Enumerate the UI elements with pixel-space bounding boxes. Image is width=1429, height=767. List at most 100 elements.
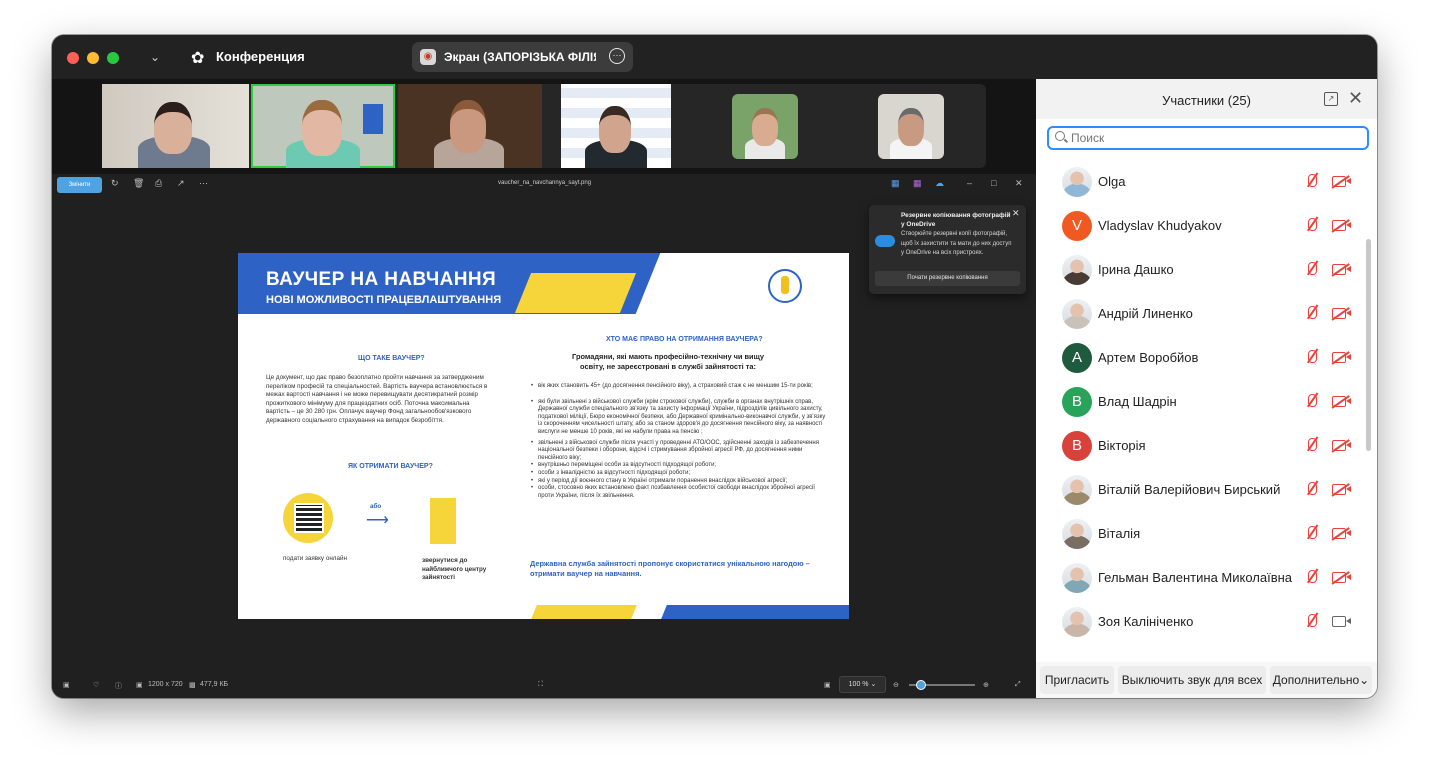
fullscreen-icon[interactable]: ⤢ [1015, 681, 1021, 689]
app-window: ⌄ ✿ Конференция ◉ Экран (ЗАПОРІЗЬКА ФІЛІ… [52, 35, 1377, 698]
fit-window-icon[interactable]: ▣ [824, 681, 831, 689]
edit-button[interactable]: Змінити [57, 177, 102, 193]
delete-icon[interactable]: 🗑 [133, 178, 144, 189]
participant-row[interactable]: В Влад Шадрін [1036, 380, 1356, 424]
designer-icon[interactable]: ▦ [913, 178, 922, 189]
participant-row[interactable]: А Артем Воробйов [1036, 336, 1356, 380]
minimize-icon[interactable]: – [967, 178, 972, 188]
print-icon[interactable]: ⎙ [155, 178, 162, 189]
video-off-icon[interactable] [1332, 572, 1351, 583]
panel-footer: Пригласить Выключить звук для всех Допол… [1036, 662, 1377, 698]
zoom-select[interactable]: 100 % ⌄ [839, 676, 886, 693]
eligibility-list: вік яких становить 45+ (до досягнення пе… [530, 383, 828, 500]
list-item: внутрішньо переміщені особи за відсутнос… [531, 462, 828, 470]
video-off-icon[interactable] [1332, 264, 1351, 275]
mic-muted-icon[interactable] [1308, 570, 1317, 583]
share-label: Экран (ЗАПОРІЗЬКА ФІЛІЯ ... [444, 50, 596, 64]
what-text: Це документ, що дає право безоплатно про… [266, 374, 488, 424]
mute-all-button[interactable]: Выключить звук для всех [1118, 666, 1266, 694]
share-icon[interactable]: ↗ [177, 178, 185, 189]
video-off-icon[interactable] [1332, 396, 1351, 407]
zoom-slider-handle[interactable] [916, 680, 926, 690]
popup-title: Резервне копіювання фотографій у OneDriv… [901, 212, 1011, 228]
screen-share-pill[interactable]: ◉ Экран (ЗАПОРІЗЬКА ФІЛІЯ ... ⋯ [412, 42, 633, 72]
mic-muted-icon[interactable] [1308, 438, 1317, 451]
meeting-stage: Змінити ↻ 🗑 ⎙ ↗ ⋯ vaucher_na_navchannya_… [52, 79, 1036, 698]
app-title: Конференция [216, 49, 305, 64]
participant-row[interactable]: В Вікторія [1036, 424, 1356, 468]
close-icon[interactable]: ✕ [1015, 178, 1023, 189]
mic-muted-icon[interactable] [1308, 174, 1317, 187]
mic-muted-icon[interactable] [1308, 614, 1317, 627]
mic-muted-icon[interactable] [1308, 526, 1317, 539]
video-tile[interactable] [561, 84, 671, 168]
participant-name: Ірина Дашко [1098, 262, 1174, 277]
image-dims: 1200 x 720 [148, 681, 183, 688]
zoom-window-button[interactable] [107, 52, 119, 64]
fit-screen-icon[interactable]: ⛶ [538, 681, 543, 689]
popup-close-icon[interactable]: ✕ [1012, 208, 1020, 219]
video-off-icon[interactable] [1332, 220, 1351, 231]
participant-row[interactable]: V Vladyslav Khudyakov [1036, 204, 1356, 248]
mic-muted-icon[interactable] [1308, 350, 1317, 363]
filmstrip-icon[interactable]: ▣ [63, 681, 70, 689]
more-icon[interactable]: ⋯ [199, 178, 208, 189]
mic-muted-icon[interactable] [1308, 306, 1317, 319]
participant-row[interactable]: Ірина Дашко [1036, 248, 1356, 292]
close-panel-icon[interactable]: ✕ [1348, 88, 1363, 109]
chevron-down-icon: ⌄ [1359, 673, 1370, 687]
invite-button[interactable]: Пригласить [1040, 666, 1114, 694]
minimize-window-button[interactable] [87, 52, 99, 64]
restore-icon[interactable]: □ [991, 178, 996, 188]
close-window-button[interactable] [67, 52, 79, 64]
participant-row[interactable]: Olga [1036, 160, 1356, 204]
search-input[interactable] [1071, 128, 1361, 148]
mic-muted-icon[interactable] [1308, 394, 1317, 407]
start-backup-button[interactable]: Почати резервне копіювання [875, 271, 1020, 286]
participant-row[interactable]: Андрій Линенко [1036, 292, 1356, 336]
popout-icon[interactable]: ↗ [1324, 92, 1338, 106]
zoom-in-icon[interactable]: ⊕ [983, 681, 989, 689]
video-off-icon[interactable] [1332, 308, 1351, 319]
list-item: особи з інвалідністю за відсутності підх… [531, 470, 828, 478]
voucher-image: ВАУЧЕР НА НАВЧАННЯ НОВІ МОЖЛИВОСТІ ПРАЦЕ… [238, 253, 849, 619]
video-off-icon[interactable] [1332, 176, 1351, 187]
video-tile-active-speaker[interactable] [251, 84, 395, 168]
mic-muted-icon[interactable] [1308, 218, 1317, 231]
onedrive-icon[interactable]: ☁ [935, 178, 944, 189]
closing-text: Державна служба зайнятості пропонує скор… [530, 559, 810, 578]
mic-muted-icon[interactable] [1308, 262, 1317, 275]
participant-row[interactable]: Гельман Валентина Миколаївна [1036, 556, 1356, 600]
video-tile[interactable] [878, 94, 944, 159]
video-off-icon[interactable] [1332, 352, 1351, 363]
video-tile[interactable] [102, 84, 249, 168]
video-off-icon[interactable] [1332, 440, 1351, 451]
video-off-icon[interactable] [1332, 528, 1351, 539]
video-strip [102, 84, 986, 168]
participant-search[interactable] [1047, 126, 1369, 150]
participant-row[interactable]: Зоя Калініченко [1036, 600, 1356, 644]
video-tile[interactable] [398, 84, 542, 168]
participant-name: Влад Шадрін [1098, 394, 1177, 409]
scrollbar[interactable] [1366, 239, 1371, 451]
more-button[interactable]: Дополнительно⌄ [1270, 666, 1372, 694]
size-icon: ▩ [189, 682, 196, 689]
participant-row[interactable]: Віталій Валерійович Бирський [1036, 468, 1356, 512]
mic-muted-icon[interactable] [1308, 482, 1317, 495]
rotate-icon[interactable]: ↻ [111, 178, 119, 189]
video-icon[interactable] [1332, 616, 1351, 627]
photo-viewer: Змінити ↻ 🗑 ⎙ ↗ ⋯ vaucher_na_navchannya_… [52, 174, 1036, 698]
edit-image-icon[interactable]: ▦ [891, 178, 900, 189]
participant-name: Гельман Валентина Миколаївна [1098, 570, 1293, 585]
more-options-icon[interactable]: ⋯ [609, 48, 625, 64]
favorite-icon[interactable]: ♡ [93, 681, 99, 689]
participant-row[interactable]: Віталія [1036, 512, 1356, 556]
onedrive-popup: Резервне копіювання фотографій у OneDriv… [869, 205, 1026, 294]
slide-subtitle: НОВІ МОЖЛИВОСТІ ПРАЦЕВЛАШТУВАННЯ [266, 294, 502, 306]
video-tile[interactable] [732, 94, 798, 159]
list-item: вік яких становить 45+ (до досягнення пе… [531, 383, 828, 391]
info-icon[interactable]: ⓘ [115, 681, 122, 691]
zoom-out-icon[interactable]: ⊖ [893, 681, 899, 689]
chevron-down-icon[interactable]: ⌄ [150, 50, 160, 64]
video-off-icon[interactable] [1332, 484, 1351, 495]
